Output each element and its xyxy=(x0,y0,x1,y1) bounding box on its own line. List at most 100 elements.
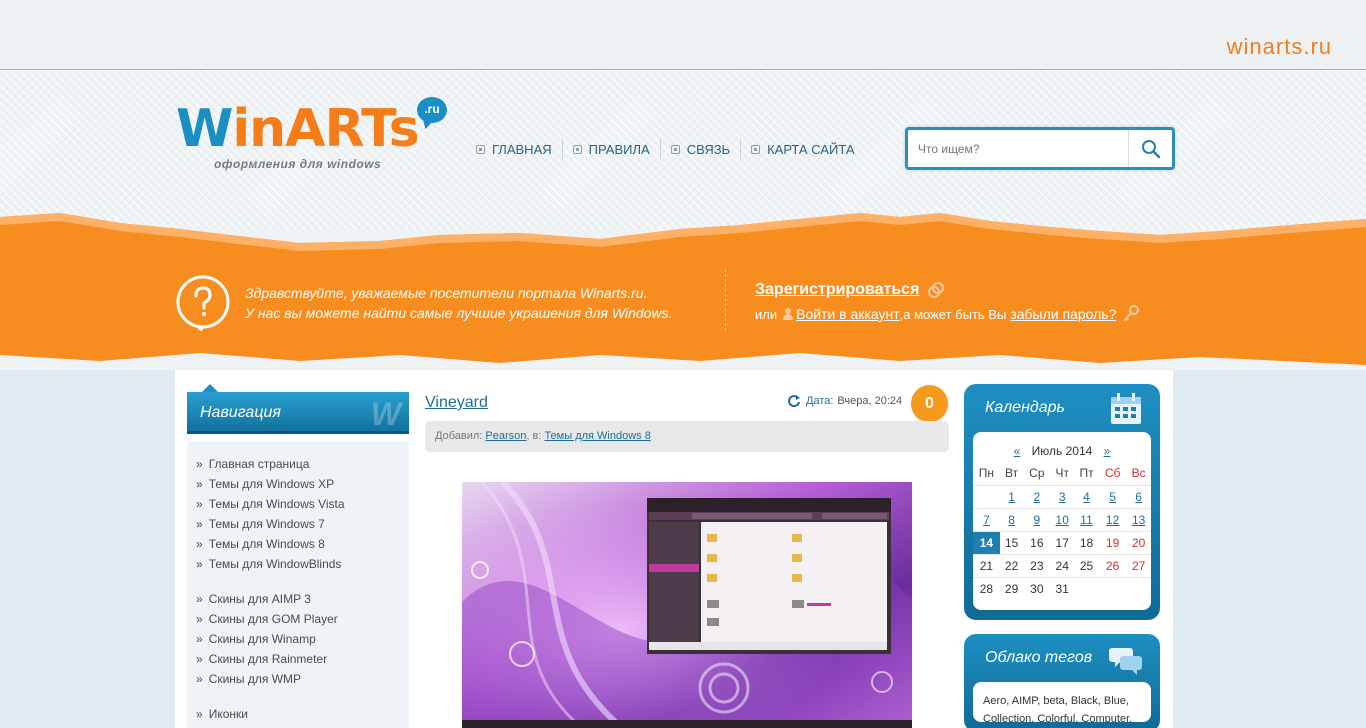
sidebar-item-skins-gom[interactable]: Скины для GOM Player xyxy=(196,609,409,629)
welcome-text: Здравствуйте, уважаемые посетители порта… xyxy=(245,283,672,323)
calendar-day[interactable]: 12 xyxy=(1098,507,1127,531)
calendar-day: 28 xyxy=(973,576,1000,600)
welcome-band: Здравствуйте, уважаемые посетители порта… xyxy=(0,205,1366,375)
search-input[interactable] xyxy=(908,130,1130,167)
calendar-week-row: 14 15 16 17 18 19 20 xyxy=(973,530,1151,554)
sidebar-item-icons[interactable]: Иконки xyxy=(196,704,409,724)
refresh-icon xyxy=(788,395,800,408)
login-link[interactable]: Войти в аккаунт xyxy=(796,306,900,322)
calendar-table: Пн Вт Ср Чт Пт Сб Вс 1 2 3 4 5 6 7 8 9 10 11 12 13 14 15 16 17 1… xyxy=(973,462,1151,600)
sidebar-item-home[interactable]: Главная страница xyxy=(196,454,409,474)
band-divider xyxy=(725,269,726,331)
calendar-day: 19 xyxy=(1098,530,1127,554)
auth-links: Зарегистрироваться или Войти в аккаунт ,… xyxy=(755,281,1140,323)
calendar-day: 14 xyxy=(973,530,1000,554)
sitemap-icon xyxy=(751,144,761,154)
calendar-day[interactable]: 11 xyxy=(1074,507,1099,531)
nav-rules[interactable]: ПРАВИЛА xyxy=(561,139,660,159)
calendar-day: 31 xyxy=(1050,576,1075,600)
calendar-day[interactable]: 10 xyxy=(1050,507,1075,531)
sidebar-watermark: W xyxy=(370,396,401,432)
sidebar-title: Навигация xyxy=(200,404,281,421)
nav-contact[interactable]: СВЯЗЬ xyxy=(659,139,740,159)
search-button[interactable] xyxy=(1128,130,1172,167)
calendar-widget: Календарь « Июль 2014 » Пн Вт Ср Чт Пт С… xyxy=(964,384,1160,620)
sidebar-item-themes-xp[interactable]: Темы для Windows XP xyxy=(196,474,409,494)
calendar-day[interactable]: 1 xyxy=(999,484,1024,508)
content-container: Навигация W Главная страница Темы для Wi… xyxy=(175,370,1173,728)
register-link[interactable]: Зарегистрироваться xyxy=(755,281,919,299)
sidebar-item-skins-aimp[interactable]: Скины для AIMP 3 xyxy=(196,589,409,609)
calendar-title: Календарь xyxy=(973,384,1151,432)
key-icon xyxy=(1123,305,1140,322)
sidebar-item-skins-wmp[interactable]: Скины для WMP xyxy=(196,669,409,689)
calendar-next-month[interactable]: » xyxy=(1104,444,1111,458)
calendar-week-row: 28 29 30 31 xyxy=(973,576,1151,600)
calendar-weekday: Сб xyxy=(1104,466,1121,481)
calendar-weekday: Вс xyxy=(1131,466,1146,481)
sidebar-item-skins-rainmeter[interactable]: Скины для Rainmeter xyxy=(196,649,409,669)
comments-count-badge[interactable]: 0 xyxy=(911,385,948,428)
rules-icon xyxy=(572,144,582,154)
sidebar-header: Навигация W xyxy=(187,384,409,436)
sidebar-item-themes-win8[interactable]: Темы для Windows 8 xyxy=(196,534,409,554)
sidebar-navigation: Навигация W Главная страница Темы для Wi… xyxy=(187,384,409,728)
calendar-week-row: 123456 xyxy=(973,484,1151,508)
search-box xyxy=(905,127,1175,170)
post-screenshot-image[interactable] xyxy=(462,482,912,728)
forgot-password-link[interactable]: забыли пароль? xyxy=(1010,306,1116,322)
calendar-weekday: Чт xyxy=(1055,466,1069,481)
calendar-day xyxy=(1126,576,1151,600)
calendar-day: 15 xyxy=(999,530,1024,554)
calendar-day: 26 xyxy=(1098,553,1127,577)
calendar-day: 16 xyxy=(1023,530,1051,554)
calendar-day[interactable]: 6 xyxy=(1126,484,1151,508)
category-link[interactable]: Темы для Windows 8 xyxy=(544,430,650,442)
sidebar-item-themes-windowblinds[interactable]: Темы для WindowBlinds xyxy=(196,554,409,574)
post-date: Дата: Вчера, 20:24 xyxy=(787,394,902,408)
tag-cloud-title: Облако тегов xyxy=(973,634,1151,682)
welcome-line-2: У нас вы можете найти самые лучшие украш… xyxy=(245,305,673,321)
calendar-day[interactable]: 13 xyxy=(1126,507,1151,531)
calendar-weekday: Вт xyxy=(1005,466,1019,481)
calendar-day xyxy=(1074,576,1099,600)
brand-link[interactable]: winarts.ru xyxy=(1227,34,1332,60)
calendar-day[interactable]: 9 xyxy=(1023,507,1051,531)
calendar-week-row: 7 8 9 10 11 12 13 xyxy=(973,507,1151,531)
site-logo[interactable]: WinARTs .ru оформления для windows xyxy=(176,97,448,177)
calendar-day[interactable]: 2 xyxy=(1023,484,1051,508)
calendar-day: 20 xyxy=(1126,530,1151,554)
calendar-day xyxy=(973,484,1000,508)
author-link[interactable]: Pearson xyxy=(485,430,526,442)
tag-cloud-list[interactable]: Aero, AIMP, beta, Black, Blue, Collectio… xyxy=(973,682,1151,722)
login-line: или Войти в аккаунт ,а может быть Вы заб… xyxy=(755,305,1140,323)
nav-sitemap[interactable]: КАРТА САЙТА xyxy=(740,139,864,159)
calendar-weekday: Ср xyxy=(1029,466,1045,481)
calendar-day[interactable]: 4 xyxy=(1074,484,1099,508)
calendar-day: 25 xyxy=(1074,553,1099,577)
nav-home[interactable]: ГЛАВНАЯ xyxy=(476,139,562,159)
calendar-day: 22 xyxy=(999,553,1024,577)
sidebar-item-themes-vista[interactable]: Темы для Windows Vista xyxy=(196,494,409,514)
calendar-caption: « Июль 2014 » xyxy=(973,440,1151,462)
user-icon xyxy=(783,308,794,320)
sidebar-item-themes-win7[interactable]: Темы для Windows 7 xyxy=(196,514,409,534)
calendar-day[interactable]: 7 xyxy=(973,507,1000,531)
post-title-link[interactable]: Vineyard xyxy=(425,394,488,412)
sidebar-item-skins-winamp[interactable]: Скины для Winamp xyxy=(196,629,409,649)
calendar-day: 21 xyxy=(973,553,1000,577)
calendar-day[interactable]: 8 xyxy=(999,507,1024,531)
theme-preview-picture xyxy=(462,482,912,728)
welcome-line-1: Здравствуйте, уважаемые посетители порта… xyxy=(245,285,648,301)
tag-cloud-icon xyxy=(1109,648,1142,675)
register-icon xyxy=(928,282,945,298)
logo-wordmark: WinARTs xyxy=(176,99,420,159)
sidebar-list: Главная страница Темы для Windows XP Тем… xyxy=(187,442,409,728)
calendar-day: 17 xyxy=(1050,530,1075,554)
main-area: Навигация W Главная страница Темы для Wi… xyxy=(0,370,1366,728)
calendar-prev-month[interactable]: « xyxy=(1014,444,1021,458)
calendar-day[interactable]: 3 xyxy=(1050,484,1075,508)
calendar-day[interactable]: 5 xyxy=(1098,484,1127,508)
calendar-day: 27 xyxy=(1126,553,1151,577)
calendar-day: 29 xyxy=(999,576,1024,600)
